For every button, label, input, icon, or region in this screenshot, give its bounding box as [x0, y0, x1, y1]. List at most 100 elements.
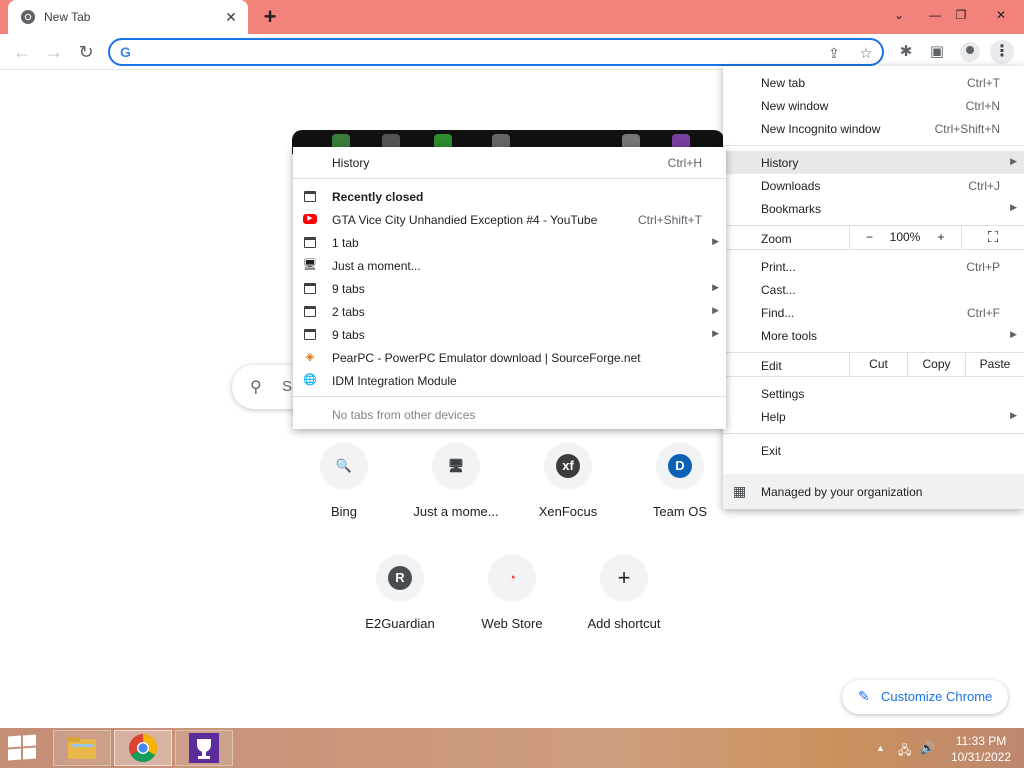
- recently-closed-item[interactable]: ▶ GTA Vice City Unhandied Exception #4 -…: [293, 208, 726, 231]
- shortcut-tile[interactable]: ◔ Web Store: [456, 554, 568, 650]
- bookmark-star-icon[interactable]: ☆: [856, 43, 876, 63]
- start-windows-icon[interactable]: [8, 734, 38, 761]
- chrome-logo-icon: [129, 734, 157, 762]
- customize-chrome-button[interactable]: ✎ Customize Chrome: [842, 680, 1008, 714]
- chrome-taskbar-icon[interactable]: [114, 730, 172, 766]
- menu-divider: [723, 433, 1024, 434]
- back-button[interactable]: ←: [10, 40, 34, 64]
- menu-item-new-incognito[interactable]: New Incognito window Ctrl+Shift+N: [723, 117, 1024, 140]
- menu-item-history[interactable]: History ▶: [723, 151, 1024, 174]
- menu-item-downloads[interactable]: Downloads Ctrl+J: [723, 174, 1024, 197]
- idm-globe-icon: 🌐: [303, 374, 317, 386]
- menu-item-new-window[interactable]: New window Ctrl+N: [723, 94, 1024, 117]
- tab-icon: [304, 306, 316, 317]
- profile-avatar-icon[interactable]: [960, 42, 980, 62]
- menu-item-help[interactable]: Help ▶: [723, 405, 1024, 428]
- pencil-icon: ✎: [858, 688, 870, 704]
- recently-closed-item[interactable]: 9 tabs ▶: [293, 277, 726, 300]
- shortcut-label: Web Store: [481, 616, 543, 631]
- cut-button[interactable]: Cut: [849, 353, 907, 376]
- extensions-icon[interactable]: ✱: [895, 41, 917, 63]
- submenu-arrow-icon: ▶: [1010, 202, 1017, 212]
- new-tab-button[interactable]: +: [258, 6, 282, 28]
- menu-item-print[interactable]: Print... Ctrl+P: [723, 255, 1024, 278]
- menu-divider: [723, 249, 1024, 250]
- chrome-favicon-icon: [21, 10, 35, 24]
- copy-button[interactable]: Copy: [907, 353, 965, 376]
- shortcut-label: Add shortcut: [587, 616, 661, 631]
- shortcut-tile[interactable]: + Add shortcut: [568, 554, 680, 650]
- network-icon[interactable]: 🖧: [898, 741, 911, 762]
- submenu-arrow-icon: ▶: [1010, 156, 1017, 166]
- history-menu-item[interactable]: History Ctrl+H: [293, 151, 726, 174]
- menu-item-cast[interactable]: Cast...: [723, 278, 1024, 301]
- chrome-menu-button[interactable]: ⋮: [990, 40, 1014, 64]
- shortcut-label: Team OS: [652, 504, 708, 519]
- volume-icon[interactable]: 🔊: [920, 741, 935, 755]
- shortcut-icon-circle: R: [376, 554, 424, 602]
- close-tab-icon[interactable]: ✕: [222, 8, 240, 26]
- menu-item-exit[interactable]: Exit: [723, 439, 1024, 462]
- menu-divider: [723, 376, 1024, 377]
- recently-closed-item[interactable]: ◈ PearPC - PowerPC Emulator download | S…: [293, 346, 726, 369]
- recently-closed-item[interactable]: 🌐 IDM Integration Module: [293, 369, 726, 392]
- menu-item-bookmarks[interactable]: Bookmarks ▶: [723, 197, 1024, 220]
- recently-closed-item[interactable]: 1 tab ▶: [293, 231, 726, 254]
- tab-search-chevron-icon[interactable]: ⌄: [886, 4, 912, 26]
- shortcut-tile[interactable]: R E2Guardian: [344, 554, 456, 650]
- recently-closed-heading: Recently closed: [293, 185, 726, 208]
- sourceforge-icon: ◈: [305, 351, 315, 363]
- menu-divider: [293, 178, 726, 179]
- omnibox[interactable]: G ⇪ ☆: [108, 38, 884, 66]
- shortcut-tile[interactable]: D Team OS: [624, 442, 736, 538]
- file-explorer-icon[interactable]: [53, 730, 111, 766]
- forward-button[interactable]: →: [42, 40, 66, 64]
- shortcut-tile[interactable]: 🔍 Bing: [288, 442, 400, 538]
- menu-item-more-tools[interactable]: More tools ▶: [723, 324, 1024, 347]
- building-icon: ▦: [733, 483, 747, 499]
- clock-time: 11:33 PM: [955, 734, 1007, 748]
- submenu-arrow-icon: ▶: [1010, 410, 1017, 420]
- managed-by-organization[interactable]: ▦ Managed by your organization: [723, 474, 1024, 509]
- address-input[interactable]: [140, 43, 790, 61]
- zoom-level: 100%: [889, 230, 921, 244]
- shortcut-icon-circle: D: [656, 442, 704, 490]
- side-panel-icon[interactable]: ▣: [926, 41, 948, 63]
- search-placeholder: S: [282, 378, 293, 395]
- browser-toolbar: ← → ↻ G ⇪ ☆ ✱ ▣: [0, 34, 1024, 70]
- recently-closed-item[interactable]: 9 tabs ▶: [293, 323, 726, 346]
- shortcut-tile[interactable]: xf XenFocus: [512, 442, 624, 538]
- ntp-search-box[interactable]: ⚲ S: [232, 365, 302, 409]
- tray-overflow-icon[interactable]: ▲: [876, 743, 885, 753]
- submenu-arrow-icon: ▶: [1010, 329, 1017, 339]
- submenu-arrow-icon: ▶: [712, 328, 719, 338]
- menu-item-new-tab[interactable]: New tab Ctrl+T: [723, 71, 1024, 94]
- chrome-main-menu: New tab Ctrl+T New window Ctrl+N New Incog…: [723, 66, 1024, 509]
- reload-button[interactable]: ↻: [74, 40, 98, 64]
- paste-button[interactable]: Paste: [965, 353, 1024, 376]
- trophy-app-icon[interactable]: [175, 730, 233, 766]
- menu-item-find[interactable]: Find... Ctrl+F: [723, 301, 1024, 324]
- tab-new-tab[interactable]: New Tab ✕: [8, 0, 248, 34]
- shortcut-label: E2Guardian: [365, 616, 435, 631]
- minimize-button[interactable]: —: [922, 4, 948, 26]
- shortcut-icon-circle: ◔: [488, 554, 536, 602]
- submenu-arrow-icon: ▶: [712, 236, 719, 246]
- shortcut-icon-circle: +: [600, 554, 648, 602]
- zoom-in-button[interactable]: +: [923, 226, 959, 249]
- menu-item-settings[interactable]: Settings: [723, 382, 1024, 405]
- share-icon[interactable]: ⇪: [824, 43, 844, 63]
- recently-closed-item[interactable]: 🖥 Just a moment...: [293, 254, 726, 277]
- close-window-button[interactable]: ✕: [988, 4, 1014, 26]
- shortcut-favicon-icon: 🔍: [335, 458, 353, 473]
- other-devices-note: No tabs from other devices: [332, 408, 476, 422]
- google-icon: G: [120, 44, 131, 60]
- recently-closed-item[interactable]: 2 tabs ▶: [293, 300, 726, 323]
- shortcut-tile[interactable]: 🖥 Just a mome...: [400, 442, 512, 538]
- shortcut-label: XenFocus: [538, 504, 598, 519]
- system-clock[interactable]: 11:33 PM 10/31/2022: [944, 733, 1018, 765]
- computer-icon: 🖥: [303, 259, 317, 271]
- tab-icon: [304, 237, 316, 248]
- restore-button[interactable]: ❐: [948, 4, 974, 26]
- fullscreen-icon[interactable]: ⛶: [961, 226, 1024, 249]
